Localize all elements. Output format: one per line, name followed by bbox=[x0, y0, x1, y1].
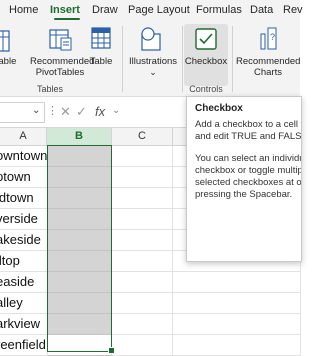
illustrations-label: Illustrations bbox=[128, 56, 178, 67]
tab-draw[interactable]: Draw bbox=[92, 4, 118, 16]
cell-a[interactable]: akeside bbox=[0, 230, 48, 251]
cell-b[interactable] bbox=[48, 167, 112, 188]
pivottable-button[interactable]: Table bbox=[0, 56, 20, 67]
tables-group-label: Tables bbox=[36, 84, 63, 94]
recommended-charts-label-2: Charts bbox=[254, 67, 282, 78]
ribbon-separator bbox=[232, 26, 233, 92]
cell-b[interactable] bbox=[48, 335, 112, 356]
tooltip-line: and edit TRUE and FALSE value bbox=[195, 131, 302, 142]
cell-c[interactable] bbox=[112, 293, 173, 314]
cell-c[interactable] bbox=[112, 146, 173, 167]
controls-group-label: Controls bbox=[189, 84, 223, 94]
recommended-pivottables-label-2: PivotTables bbox=[35, 67, 85, 78]
cell-c[interactable] bbox=[112, 251, 173, 272]
table-button[interactable]: Table bbox=[86, 56, 116, 67]
cell-c[interactable] bbox=[112, 335, 173, 356]
tooltip-line: checkbox or toggle multiple bbox=[195, 165, 302, 176]
recommended-charts-label-1: Recommended bbox=[236, 56, 301, 67]
tooltip-title: Checkbox bbox=[195, 103, 243, 114]
cell-b[interactable] bbox=[48, 230, 112, 251]
cell-b[interactable] bbox=[48, 146, 112, 167]
recommended-pivottables-button[interactable]: Recommended PivotTables bbox=[30, 56, 95, 78]
ribbon: Table Recommended PivotTables Table Tabl… bbox=[0, 22, 300, 97]
fill-handle[interactable] bbox=[108, 347, 115, 354]
recommended-pivottables-label-1: Recommended bbox=[30, 56, 95, 67]
more-icon[interactable]: ⋮ bbox=[47, 104, 58, 117]
cell-a[interactable]: arkview bbox=[0, 314, 48, 335]
pivottable-icon bbox=[0, 30, 10, 57]
ribbon-separator bbox=[182, 26, 183, 92]
cell-d[interactable] bbox=[173, 293, 301, 314]
cell-a[interactable]: reenfield bbox=[0, 335, 48, 356]
cell-b[interactable] bbox=[48, 272, 112, 293]
cell-a[interactable]: idtown bbox=[0, 188, 48, 209]
cell-a[interactable]: owntown bbox=[0, 146, 48, 167]
active-tab-indicator bbox=[54, 18, 80, 20]
column-header-b[interactable]: B bbox=[47, 128, 112, 147]
cell-a[interactable]: alley bbox=[0, 293, 48, 314]
tab-formulas[interactable]: Formulas bbox=[196, 4, 242, 16]
cell-a[interactable]: easide bbox=[0, 272, 48, 293]
cell-d[interactable] bbox=[173, 314, 301, 335]
column-header-c[interactable]: C bbox=[112, 128, 173, 146]
cell-a[interactable]: lltop bbox=[0, 251, 48, 272]
cell-c[interactable] bbox=[112, 230, 173, 251]
cell-c[interactable] bbox=[112, 167, 173, 188]
cancel-icon[interactable]: ✕ bbox=[60, 104, 71, 120]
cell-b[interactable] bbox=[48, 314, 112, 335]
cell-d[interactable] bbox=[173, 272, 301, 293]
illustrations-button[interactable]: Illustrations ⌄ bbox=[124, 56, 182, 78]
tab-home[interactable]: Home bbox=[9, 4, 38, 16]
recommended-charts-icon: ? bbox=[260, 26, 282, 55]
cell-c[interactable] bbox=[112, 272, 173, 293]
cell-b[interactable] bbox=[48, 209, 112, 230]
svg-text:?: ? bbox=[270, 32, 275, 42]
tab-review[interactable]: Rev bbox=[283, 4, 303, 16]
cell-a[interactable]: ptown bbox=[0, 167, 48, 188]
tab-insert[interactable]: Insert bbox=[50, 4, 80, 16]
cell-b[interactable] bbox=[48, 293, 112, 314]
cell-d[interactable] bbox=[173, 335, 301, 356]
checkbox-icon bbox=[195, 28, 217, 55]
ribbon-separator bbox=[122, 26, 123, 92]
cell-c[interactable] bbox=[112, 209, 173, 230]
checkbox-tooltip: Checkbox Add a checkbox to a cell to dis… bbox=[186, 96, 302, 262]
cell-b[interactable] bbox=[48, 251, 112, 272]
cell-b[interactable] bbox=[48, 188, 112, 209]
tab-data[interactable]: Data bbox=[250, 4, 273, 16]
recommended-pivottables-icon bbox=[48, 27, 72, 56]
cell-c[interactable] bbox=[112, 314, 173, 335]
enter-icon[interactable]: ✓ bbox=[76, 104, 87, 120]
tooltip-line: pressing the Spacebar. bbox=[195, 189, 293, 200]
recommended-charts-button[interactable]: Recommended Charts bbox=[236, 56, 300, 78]
illustrations-icon bbox=[139, 26, 163, 57]
name-box-dropdown-icon[interactable]: ⌄ bbox=[32, 105, 40, 116]
table-icon bbox=[91, 27, 111, 54]
tooltip-line: Add a checkbox to a cell to dis bbox=[195, 119, 301, 130]
insert-function-icon[interactable]: fx bbox=[95, 104, 105, 119]
checkbox-button[interactable]: Checkbox bbox=[184, 56, 228, 67]
fx-dropdown-icon[interactable]: ⌄ bbox=[112, 105, 120, 116]
tooltip-line: selected checkboxes at once by bbox=[195, 177, 302, 188]
ribbon-tab-bar: Home Insert Draw Page Layout Formulas Da… bbox=[0, 0, 303, 22]
tab-page-layout[interactable]: Page Layout bbox=[128, 4, 190, 16]
column-header-a[interactable]: A bbox=[0, 128, 47, 146]
cell-c[interactable] bbox=[112, 188, 173, 209]
tooltip-line: You can select an individual bbox=[195, 153, 302, 164]
illustrations-dropdown-icon: ⌄ bbox=[149, 67, 157, 77]
cell-a[interactable]: verside bbox=[0, 209, 48, 230]
